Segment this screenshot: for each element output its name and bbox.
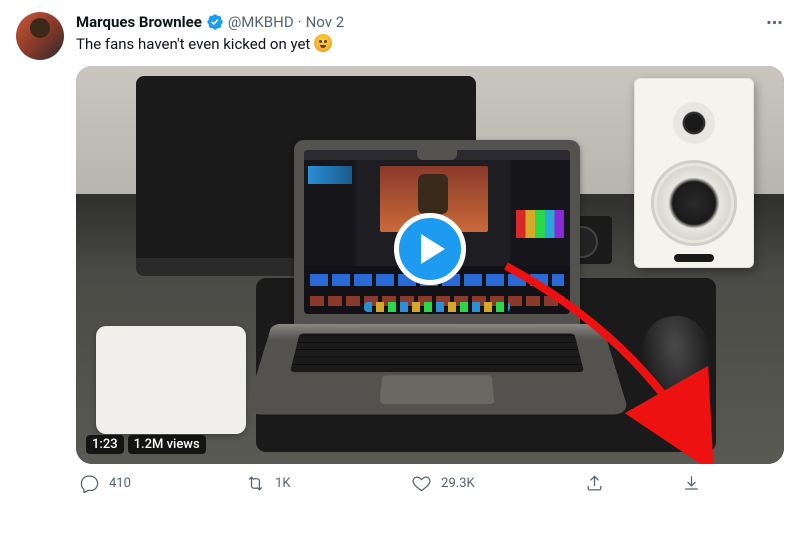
- separator-dot: ·: [298, 12, 302, 32]
- play-button[interactable]: [394, 213, 466, 285]
- tweet-text: The fans haven't even kicked on yet: [76, 34, 784, 54]
- verified-badge-icon: [206, 13, 224, 31]
- reply-button[interactable]: 410: [80, 474, 246, 493]
- retweet-count: 1K: [275, 476, 290, 491]
- video-duration: 1:23: [86, 435, 124, 454]
- share-button[interactable]: [585, 474, 682, 493]
- heart-icon: [412, 474, 431, 493]
- scene-laptop: [272, 140, 602, 440]
- download-button[interactable]: [682, 474, 737, 493]
- tweet: Marques Brownlee @MKBHD · Nov 2 The fans…: [0, 0, 800, 505]
- share-icon: [585, 474, 604, 493]
- handle[interactable]: @MKBHD: [228, 12, 294, 32]
- retweet-icon: [246, 474, 265, 493]
- video-views: 1.2M views: [128, 435, 206, 454]
- download-icon: [682, 474, 701, 493]
- retweet-button[interactable]: 1K: [246, 474, 412, 493]
- tweet-header: Marques Brownlee @MKBHD · Nov 2: [76, 12, 784, 32]
- display-name[interactable]: Marques Brownlee: [76, 12, 202, 32]
- scene-speaker: [634, 78, 754, 268]
- tweet-main: Marques Brownlee @MKBHD · Nov 2 The fans…: [76, 12, 784, 493]
- video-media[interactable]: 1:23 1.2M views: [76, 66, 784, 464]
- like-button[interactable]: 29.3K: [412, 474, 585, 493]
- scene-trackpad: [96, 326, 246, 434]
- video-meta: 1:23 1.2M views: [86, 435, 206, 454]
- reply-count: 410: [109, 476, 131, 491]
- tweet-text-content: The fans haven't even kicked on yet: [76, 35, 314, 53]
- worried-face-emoji-icon: [314, 34, 332, 52]
- avatar[interactable]: [16, 12, 64, 60]
- tweet-date[interactable]: Nov 2: [306, 12, 345, 32]
- more-button[interactable]: [765, 13, 784, 32]
- like-count: 29.3K: [441, 476, 475, 491]
- reply-icon: [80, 474, 99, 493]
- tweet-actions: 410 1K 29.3K: [76, 474, 776, 493]
